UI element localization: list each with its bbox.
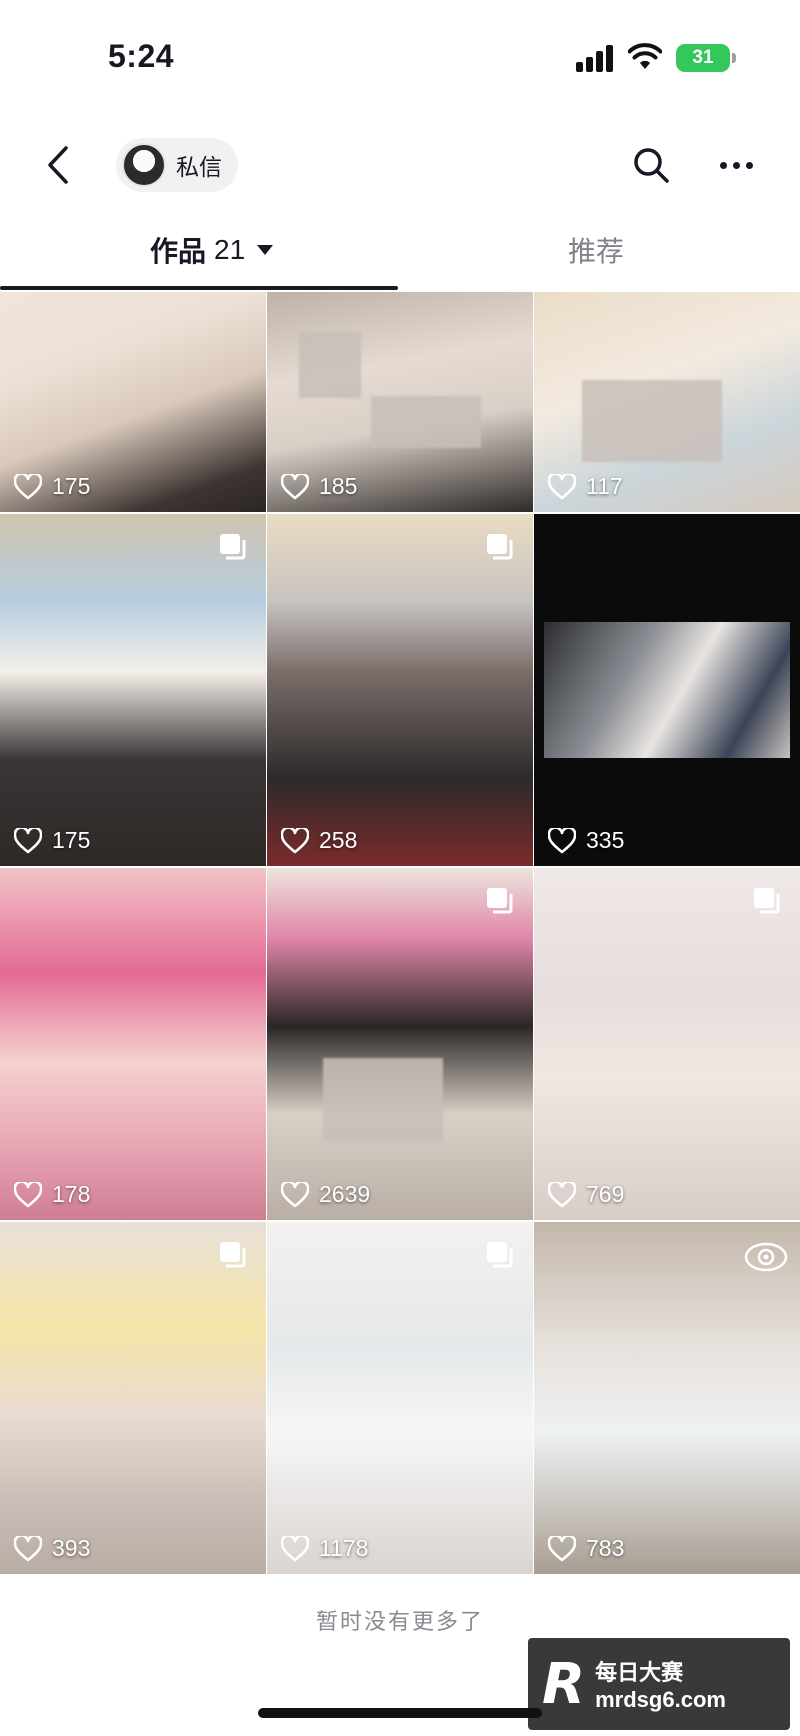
heart-icon: [548, 827, 576, 853]
like-count-value: 393: [52, 1535, 91, 1561]
like-count-value: 2639: [319, 1181, 371, 1207]
like-count-value: 258: [319, 827, 358, 853]
tab-works-count: 21: [214, 234, 246, 265]
watermark-letter: R: [542, 1651, 586, 1717]
more-options-button[interactable]: [712, 144, 760, 186]
blur-mask: [323, 1058, 443, 1142]
heart-icon: [14, 1181, 42, 1207]
blur-mask: [299, 332, 361, 398]
heart-icon: [14, 473, 42, 499]
cellular-signal-icon: [576, 44, 616, 72]
heart-icon: [281, 1181, 309, 1207]
like-count-value: 175: [52, 827, 91, 853]
video-thumbnail: [544, 622, 790, 758]
home-indicator[interactable]: [258, 1708, 542, 1718]
private-message-label: 私信: [176, 154, 222, 180]
like-count-value: 783: [586, 1535, 625, 1561]
more-dot-icon: [745, 161, 753, 169]
multi-image-icon: [487, 534, 513, 560]
like-count-value: 185: [319, 473, 358, 499]
video-tile[interactable]: 783: [534, 1222, 800, 1574]
video-tile[interactable]: 117: [534, 292, 800, 512]
profile-tabs: 作品 21 推荐: [0, 222, 800, 292]
like-count: 178: [14, 1181, 90, 1208]
active-tab-indicator: [0, 286, 398, 290]
video-tile[interactable]: 178: [0, 868, 266, 1220]
like-count: 783: [548, 1535, 624, 1562]
like-count: 175: [14, 827, 90, 854]
multi-image-icon: [220, 1242, 246, 1268]
photo-set-tile[interactable]: 2639: [267, 868, 533, 1220]
photo-set-tile[interactable]: 769: [534, 868, 800, 1220]
like-count: 1178: [281, 1535, 368, 1562]
battery-indicator: 31: [676, 44, 736, 72]
video-tile[interactable]: 185: [267, 292, 533, 512]
photo-set-tile[interactable]: 1178: [267, 1222, 533, 1574]
like-count-value: 175: [52, 473, 91, 499]
watermark-line2: mrdsg6.com: [595, 1687, 726, 1712]
photo-set-tile[interactable]: 393: [0, 1222, 266, 1574]
like-count-value: 178: [52, 1181, 91, 1207]
like-count-value: 335: [586, 827, 625, 853]
chevron-left-icon: [48, 146, 68, 184]
status-time: 5:24: [108, 38, 175, 74]
works-grid: 175 185 117 175 258 335 178 2639 769 393…: [0, 292, 800, 1574]
status-bar: 5:24 31: [0, 0, 800, 110]
video-tile[interactable]: 175: [0, 292, 266, 512]
like-count-value: 117: [586, 473, 623, 499]
heart-icon: [14, 827, 42, 853]
no-more-content-text: 暂时没有更多了: [315, 1609, 484, 1634]
battery-level: 31: [692, 47, 714, 68]
like-count: 335: [548, 827, 624, 854]
wifi-icon: [628, 43, 662, 69]
like-count-value: 769: [586, 1181, 625, 1207]
photo-set-tile[interactable]: 175: [0, 514, 266, 866]
multi-image-icon: [220, 534, 246, 560]
video-tile[interactable]: 335: [534, 514, 800, 866]
heart-icon: [281, 827, 309, 853]
multi-image-icon: [754, 888, 780, 914]
photo-set-tile[interactable]: 258: [267, 514, 533, 866]
blur-mask: [371, 396, 481, 448]
search-icon[interactable]: [630, 144, 672, 186]
heart-icon: [281, 473, 309, 499]
like-count: 185: [281, 473, 357, 500]
avatar: [122, 143, 166, 187]
panorama-icon: [744, 1242, 788, 1272]
watermark-line1: 每日大赛: [595, 1660, 684, 1685]
blur-mask: [582, 380, 722, 462]
like-count: 2639: [281, 1181, 370, 1208]
caret-down-icon: [257, 245, 274, 255]
heart-icon: [281, 1535, 309, 1561]
like-count: 258: [281, 827, 357, 854]
like-count-value: 1178: [319, 1535, 369, 1561]
like-count: 769: [548, 1181, 624, 1208]
heart-icon: [548, 473, 576, 499]
watermark-text: 每日大赛 mrdsg6.com: [595, 1655, 726, 1713]
tab-works-label: 作品: [150, 236, 207, 267]
more-dot-icon: [732, 161, 740, 169]
heart-icon: [548, 1181, 576, 1207]
like-count: 175: [14, 473, 90, 500]
tab-recommended[interactable]: 推荐: [568, 230, 624, 270]
more-dot-icon: [719, 161, 727, 169]
back-button[interactable]: [38, 142, 78, 188]
watermark-logo: R 每日大赛 mrdsg6.com: [528, 1638, 790, 1730]
multi-image-icon: [487, 888, 513, 914]
like-count: 117: [548, 473, 623, 500]
private-message-button[interactable]: 私信: [116, 138, 238, 192]
heart-icon: [548, 1535, 576, 1561]
like-count: 393: [14, 1535, 90, 1562]
multi-image-icon: [487, 1242, 513, 1268]
tab-works[interactable]: 作品 21: [150, 230, 274, 270]
heart-icon: [14, 1535, 42, 1561]
top-nav: 私信: [0, 130, 800, 200]
